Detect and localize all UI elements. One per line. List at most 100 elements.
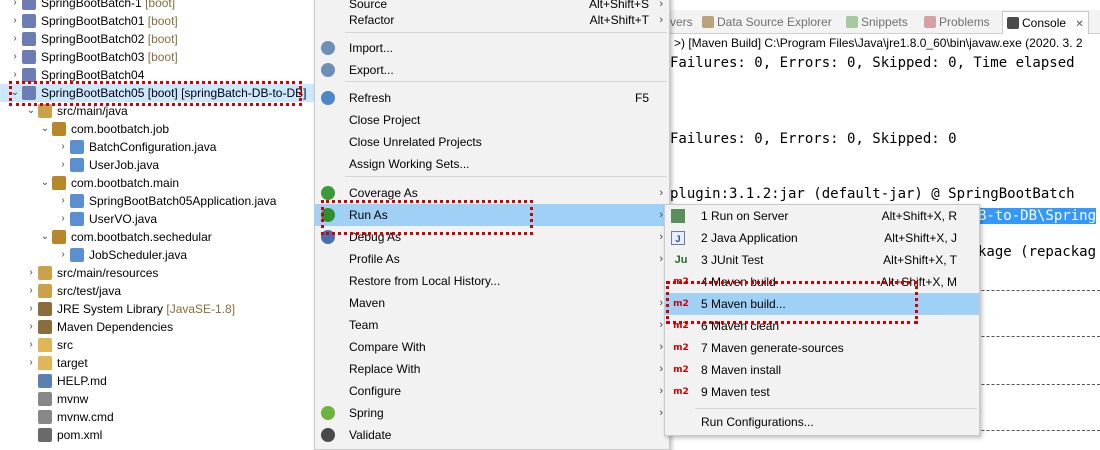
tree-item-name: UserJob.java [89,158,160,172]
tree-item[interactable]: › UserVO.java [0,210,318,228]
tab-servers[interactable]: vers [670,13,693,31]
java-file-icon [70,158,84,172]
tree-item[interactable]: › JobScheduler.java [0,246,318,264]
menu-item-configure[interactable]: Configure › [315,380,669,402]
chevron-right-icon[interactable]: › [58,210,68,228]
chevron-right-icon[interactable]: › [26,354,36,372]
menu-item-shortcut: F5 [634,91,649,105]
menu-item-label: 8 Maven install [701,363,782,377]
tree-item[interactable]: › SpringBootBatch02 [boot] [0,30,318,48]
menu-item-coverage-as[interactable]: Coverage As › [315,182,669,204]
menu-item-profile-as[interactable]: Profile As › [315,248,669,270]
tree-item-label: SpringBootBatch-1 [boot] [41,0,175,12]
menu-item-close-project[interactable]: Close Project [315,109,669,131]
run-as-item-4-maven-build[interactable]: m2 4 Maven build Alt+Shift+X, M [665,271,979,293]
menu-item-run-as[interactable]: Run As › [315,204,669,226]
close-icon[interactable]: ✕ [1075,19,1083,30]
chevron-right-icon[interactable]: › [58,192,68,210]
tab-data-source-explorer[interactable]: Data Source Explorer [702,13,832,31]
tree-item[interactable]: › SpringBootBatch05Application.java [0,192,318,210]
menu-item-maven[interactable]: Maven › [315,292,669,314]
chevron-right-icon[interactable]: › [26,300,36,318]
tree-item[interactable]: › SpringBootBatch01 [boot] [0,12,318,30]
tree-item[interactable]: › UserJob.java [0,156,318,174]
tree-item[interactable]: ⌄ src/main/java [0,102,318,120]
import-icon [321,41,335,55]
menu-item-close-unrelated-projects[interactable]: Close Unrelated Projects [315,131,669,153]
run-as-item-1-run-on-server[interactable]: 1 Run on Server Alt+Shift+X, R [665,205,979,227]
menu-item-debug-as[interactable]: Debug As › [315,226,669,248]
tree-item[interactable]: › SpringBootBatch03 [boot] [0,48,318,66]
project-icon [22,32,36,46]
menu-item-team[interactable]: Team › [315,314,669,336]
tree-item[interactable]: ⌄ com.bootbatch.main [0,174,318,192]
chevron-down-icon[interactable]: ⌄ [26,102,36,120]
tree-item[interactable]: ⌄ com.bootbatch.job [0,120,318,138]
tree-item[interactable]: pom.xml [0,426,318,444]
chevron-right-icon[interactable]: › [10,30,20,48]
markdown-file-icon [38,374,52,388]
tree-item-name: pom.xml [57,428,103,442]
chevron-down-icon[interactable]: ⌄ [40,174,50,192]
tree-item[interactable]: › SpringBootBatch04 [0,66,318,84]
chevron-right-icon[interactable]: › [26,264,36,282]
menu-item-shortcut: Alt+Shift+X, J [884,231,957,245]
menu-item-replace-with[interactable]: Replace With › [315,358,669,380]
chevron-down-icon[interactable]: ⌄ [10,84,20,102]
run-as-item-2-java-application[interactable]: J 2 Java Application Alt+Shift+X, J [665,227,979,249]
run-as-item-3-junit-test[interactable]: Ju 3 JUnit Test Alt+Shift+X, T [665,249,979,271]
tree-item[interactable]: mvnw [0,390,318,408]
chevron-right-icon[interactable]: › [58,138,68,156]
menu-item-validate[interactable]: Validate [315,424,669,446]
chevron-right-icon[interactable]: › [26,318,36,336]
tree-item[interactable]: › BatchConfiguration.java [0,138,318,156]
tree-item-label: SpringBootBatch01 [boot] [41,12,178,30]
chevron-right-icon[interactable]: › [10,0,20,12]
chevron-right-icon[interactable]: › [10,66,20,84]
menu-item-label: Team [349,318,379,332]
tree-item[interactable]: › target [0,354,318,372]
xml-file-icon [38,428,52,442]
tree-item[interactable]: › SpringBootBatch-1 [boot] [0,0,318,12]
tree-item[interactable]: › src/main/resources [0,264,318,282]
tab-problems[interactable]: Problems [924,13,990,31]
chevron-right-icon[interactable]: › [26,336,36,354]
run-as-item-6-maven-clean[interactable]: m2 6 Maven clean [665,315,979,337]
chevron-right-icon[interactable]: › [10,12,20,30]
menu-item-shortcut: Alt+Shift+T [589,13,649,27]
tree-item-name: com.bootbatch.job [71,122,170,136]
tree-item[interactable]: › Maven Dependencies [0,318,318,336]
tree-item-label: com.bootbatch.main [71,174,179,192]
chevron-down-icon[interactable]: ⌄ [40,228,50,246]
tree-item[interactable]: ⌄ SpringBootBatch05 [boot] [springBatch-D… [0,84,318,102]
run-as-item-8-maven-install[interactable]: m2 8 Maven install [665,359,979,381]
tree-item[interactable]: › src [0,336,318,354]
menu-item-restore-from-local-history[interactable]: Restore from Local History... [315,270,669,292]
run-as-item-7-maven-generate-sources[interactable]: m2 7 Maven generate-sources [665,337,979,359]
menu-item-refactor[interactable]: Refactor Alt+Shift+T › [315,9,669,31]
tree-item[interactable]: mvnw.cmd [0,408,318,426]
chevron-down-icon[interactable]: ⌄ [40,120,50,138]
tree-item[interactable]: › src/test/java [0,282,318,300]
menu-item-spring[interactable]: Spring › [315,402,669,424]
tree-item[interactable]: ⌄ com.bootbatch.sechedular [0,228,318,246]
run-as-item-5-maven-build[interactable]: m2 5 Maven build... [665,293,979,315]
chevron-right-icon[interactable]: › [26,282,36,300]
tree-item[interactable]: HELP.md [0,372,318,390]
tree-item-decoration: [boot] [144,14,178,28]
run-as-item-9-maven-test[interactable]: m2 9 Maven test [665,381,979,403]
run-as-item-run-configurations[interactable]: Run Configurations... [665,411,979,433]
tree-item[interactable]: › JRE System Library [JavaSE-1.8] [0,300,318,318]
menu-item-export[interactable]: Export... [315,59,669,81]
menu-item-assign-working-sets[interactable]: Assign Working Sets... [315,153,669,175]
chevron-right-icon[interactable]: › [58,156,68,174]
tab-snippets[interactable]: Snippets [846,13,908,31]
source-folder-icon [38,266,52,280]
tree-item-decoration: [boot] [144,50,178,64]
tab-console[interactable]: Console ✕ [1002,11,1089,34]
menu-item-compare-with[interactable]: Compare With › [315,336,669,358]
menu-item-import[interactable]: Import... [315,37,669,59]
chevron-right-icon[interactable]: › [58,246,68,264]
chevron-right-icon[interactable]: › [10,48,20,66]
menu-item-refresh[interactable]: Refresh F5 [315,87,669,109]
